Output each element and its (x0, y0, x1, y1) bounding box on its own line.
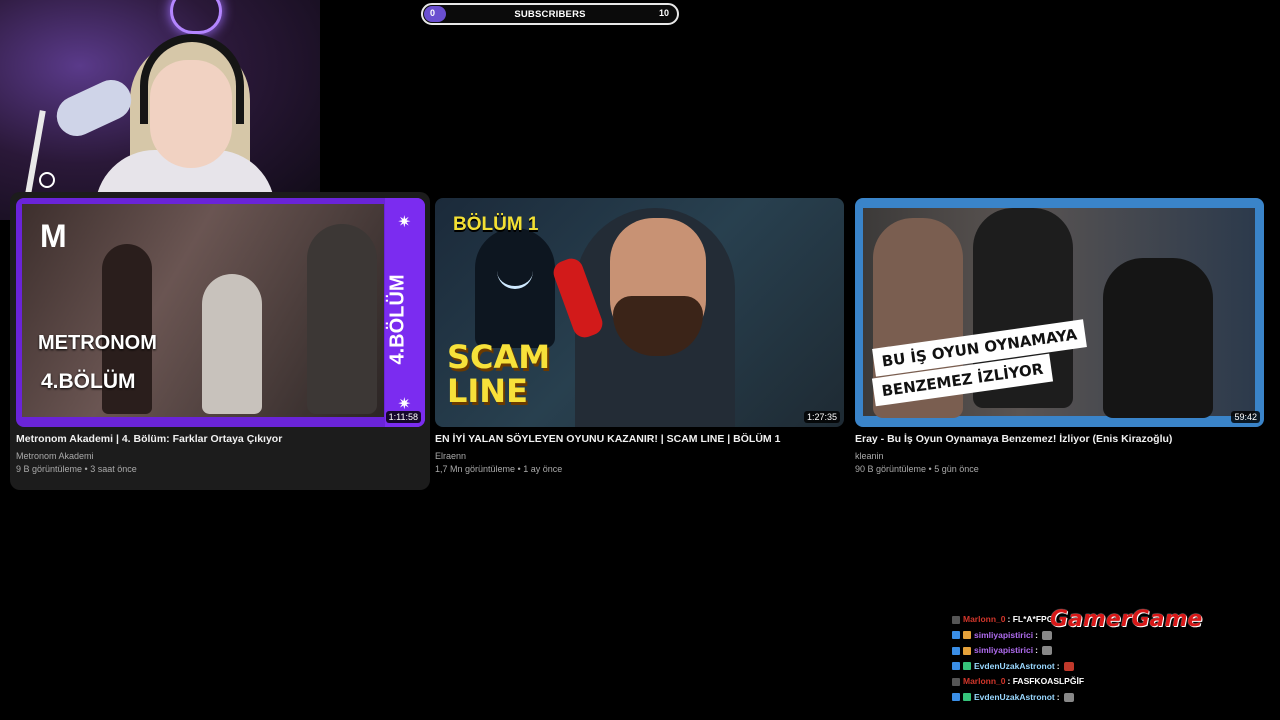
thumbnail-2-title: SCAM LINE (447, 340, 550, 408)
channel-name[interactable]: Elraenn (435, 451, 844, 461)
gamergame-logo: GamerGame (1050, 607, 1203, 632)
video-meta-1: Metronom Akademi | 4. Bölüm: Farklar Ort… (16, 433, 425, 474)
video-duration: 59:42 (1231, 411, 1260, 423)
video-meta-2: EN İYİ YALAN SÖYLEYEN OYUNU KAZANIR! | S… (435, 433, 844, 474)
chat-text: : FASFKOASLPĞİF (1007, 676, 1085, 686)
chat-username: EvdenUzakAstronot (974, 660, 1055, 671)
emote-icon (1063, 661, 1074, 671)
chat-username: simliyapistirici (974, 629, 1034, 640)
badge-icon (952, 631, 960, 640)
badge-icon (952, 662, 960, 671)
emote-icon (1063, 692, 1074, 702)
thumbnail-1-vertical-text: 4.BÖLÜM (386, 274, 409, 365)
neon-light (170, 0, 222, 34)
channel-name[interactable]: Metronom Akademi (16, 451, 425, 461)
person-silhouette (307, 224, 377, 414)
video-stats: 1,7 Mn görüntüleme • 1 ay önce (435, 464, 563, 474)
video-duration: 1:27:35 (803, 411, 840, 423)
thumbnail-2-scam: SCAM (447, 338, 551, 376)
badge-icon (963, 693, 971, 702)
video-duration: 1:11:58 (385, 411, 421, 423)
star-icon: ✷ (397, 214, 411, 231)
badge-icon (952, 615, 960, 624)
video-title[interactable]: Eray - Bu İş Oyun Oynamaya Benzemez! İzl… (855, 433, 1264, 446)
chat-message: EvdenUzakAstronot : (952, 659, 1272, 675)
video-thumbnail-1[interactable]: ✷ ✷ 4.BÖLÜM M METRONOM 4.BÖLÜM 1:11:58 (16, 198, 425, 427)
subscriber-goal: 10 (658, 8, 669, 18)
chat-message: Marlonn_0 : FASFKOASLPĞİF (952, 674, 1272, 690)
metronom-logo: M (40, 218, 67, 254)
thumbnail-1-title: METRONOM (38, 332, 157, 354)
badge-icon (963, 631, 971, 640)
emote-icon (1041, 646, 1052, 656)
thumbnail-2-episode: BÖLÜM 1 (453, 214, 539, 235)
chat-text: : (1056, 660, 1060, 671)
video-stats: 9 B görüntüleme • 3 saat önce (16, 464, 137, 474)
headset (140, 34, 244, 124)
video-stats: 90 B görüntüleme • 5 gün önce (855, 464, 979, 474)
chat-username: EvdenUzakAstronot (974, 691, 1055, 702)
video-thumbnail-3[interactable]: BU İŞ OYUN OYNAMAYA BENZEMEZ İZLİYOR 59:… (855, 198, 1264, 427)
chat-text: : (1035, 645, 1038, 655)
chat-message: EvdenUzakAstronot : (952, 690, 1272, 706)
person-silhouette (1103, 258, 1213, 418)
badge-icon (963, 646, 971, 655)
chat-text: : (1056, 691, 1060, 702)
video-meta-3: Eray - Bu İş Oyun Oynamaya Benzemez! İzl… (855, 433, 1264, 474)
badge-icon (963, 662, 971, 671)
badge-icon (952, 646, 960, 655)
channel-name[interactable]: kleanin (855, 451, 1264, 461)
thumbnail-1-episode: 4.BÖLÜM (41, 370, 136, 393)
chat-text: : (1035, 629, 1038, 640)
webcam-overlay (0, 0, 320, 220)
chat-username: simliyapistirici (974, 645, 1034, 655)
chat-text: : FL*A*FPG (1007, 614, 1054, 624)
thumbnail-2-line: LINE (447, 372, 528, 410)
video-thumbnail-2[interactable]: BÖLÜM 1 SCAM LINE 1:27:35 (435, 198, 844, 427)
subscriber-goal-bar: 0 SUBSCRIBERS 10 (421, 3, 679, 25)
badge-icon (952, 693, 960, 702)
microphone (50, 73, 138, 143)
badge-icon (952, 677, 960, 686)
video-title[interactable]: EN İYİ YALAN SÖYLEYEN OYUNU KAZANIR! | S… (435, 433, 844, 446)
chat-username: Marlonn_0 (963, 614, 1006, 624)
chat-username: Marlonn_0 (963, 676, 1006, 686)
video-title[interactable]: Metronom Akademi | 4. Bölüm: Farklar Ort… (16, 433, 425, 446)
person-silhouette (202, 274, 262, 414)
mic-ring (39, 172, 55, 188)
subscriber-label: SUBSCRIBERS (514, 9, 586, 20)
